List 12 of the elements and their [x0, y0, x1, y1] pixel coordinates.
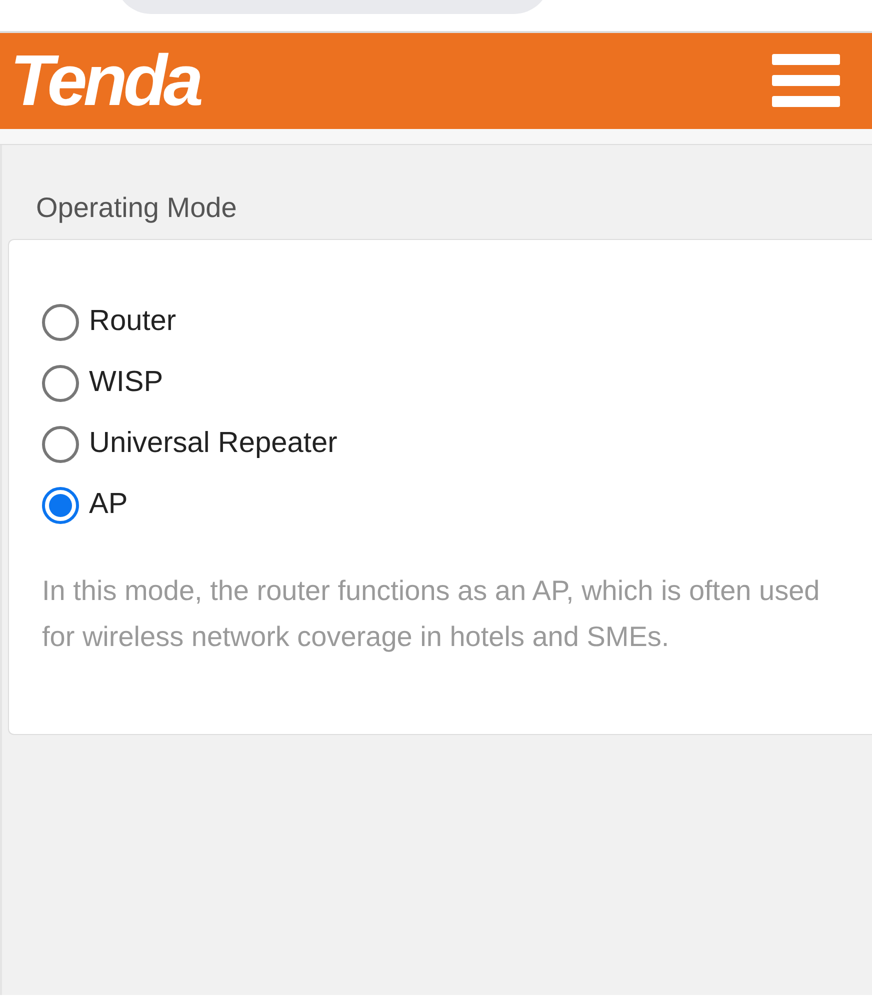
- radio-button[interactable]: [42, 304, 79, 341]
- radio-label[interactable]: Router: [89, 300, 176, 344]
- radio-button[interactable]: [42, 486, 79, 524]
- radio-button[interactable]: [42, 364, 79, 402]
- logo: Tenda: [10, 45, 200, 117]
- radio-button[interactable]: [42, 426, 79, 463]
- menu-icon[interactable]: [772, 54, 840, 108]
- radio-label[interactable]: AP: [89, 483, 128, 527]
- mode-description: In this mode, the router functions as an AP, which is often used for wireless network coverage in hotels and SMEs.: [42, 574, 821, 654]
- radio-label[interactable]: Universal Repeater: [89, 422, 338, 466]
- section-title: Operating Mode: [35, 191, 238, 225]
- radio-label[interactable]: WISP: [89, 361, 164, 405]
